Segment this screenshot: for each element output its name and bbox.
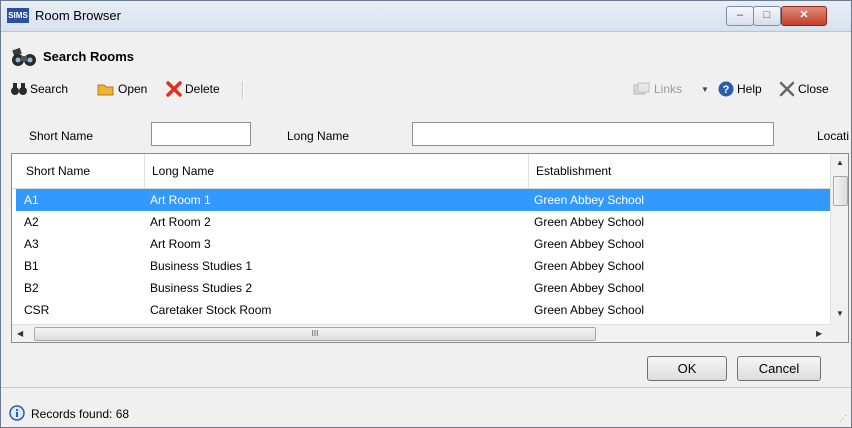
scroll-up-arrow-icon[interactable]: ▲ bbox=[836, 158, 844, 167]
resize-grip-icon[interactable]: ⋰ bbox=[839, 414, 847, 423]
title-bar[interactable]: SIMS Room Browser ‒ □ ✕ bbox=[1, 1, 851, 32]
rooms-grid: Short Name Long Name Establishment A1 Ar… bbox=[11, 153, 849, 343]
delete-button[interactable]: Delete bbox=[166, 79, 220, 99]
binoculars-icon bbox=[11, 83, 27, 95]
cell-short-name: A1 bbox=[24, 193, 39, 207]
cell-establishment: Green Abbey School bbox=[534, 303, 645, 317]
cell-long-name: Business Studies 2 bbox=[150, 281, 253, 295]
cell-short-name: A2 bbox=[24, 215, 39, 229]
svg-text:?: ? bbox=[723, 84, 730, 96]
cell-long-name: Art Room 3 bbox=[150, 237, 211, 251]
close-label: Close bbox=[798, 82, 829, 96]
delete-label: Delete bbox=[185, 82, 220, 96]
cell-long-name: Art Room 2 bbox=[150, 215, 211, 229]
vertical-scroll-thumb[interactable] bbox=[833, 176, 848, 206]
column-divider[interactable] bbox=[144, 154, 145, 188]
room-browser-window: SIMS Room Browser ‒ □ ✕ Search Rooms Sea… bbox=[0, 0, 852, 428]
links-label: Links bbox=[654, 82, 683, 96]
close-button[interactable]: Close bbox=[779, 79, 829, 99]
info-icon bbox=[9, 405, 25, 421]
cell-short-name: B2 bbox=[24, 281, 39, 295]
cell-short-name: A3 bbox=[24, 237, 39, 251]
scroll-down-arrow-icon[interactable]: ▼ bbox=[836, 309, 844, 318]
short-name-label: Short Name bbox=[29, 129, 94, 143]
delete-x-icon bbox=[166, 81, 182, 97]
cell-short-name: CSR bbox=[24, 303, 50, 317]
cell-long-name: Business Studies 1 bbox=[150, 259, 253, 273]
search-button[interactable]: Search bbox=[11, 79, 68, 99]
page-title: Search Rooms bbox=[43, 49, 135, 64]
open-label: Open bbox=[118, 82, 148, 96]
window-title: Room Browser bbox=[35, 8, 121, 23]
toolbar-separator bbox=[242, 81, 244, 99]
column-header-long-name[interactable]: Long Name bbox=[152, 164, 214, 178]
scroll-right-arrow-icon[interactable]: ▶ bbox=[816, 329, 822, 338]
search-label: Search bbox=[30, 82, 69, 96]
cell-establishment: Green Abbey School bbox=[534, 281, 645, 295]
records-found-text: Records found: 68 bbox=[31, 407, 130, 421]
cell-long-name: Art Room 1 bbox=[150, 193, 211, 207]
help-button[interactable]: ? Help bbox=[718, 79, 762, 99]
close-icon bbox=[779, 81, 795, 97]
column-header-short-name[interactable]: Short Name bbox=[26, 164, 90, 178]
close-window-button[interactable]: ✕ bbox=[781, 6, 827, 26]
cancel-button[interactable]: Cancel bbox=[737, 356, 821, 381]
grid-header: Short Name Long Name Establishment bbox=[12, 154, 830, 189]
table-row[interactable]: B1 Business Studies 1 Green Abbey School bbox=[16, 255, 830, 277]
column-header-establishment[interactable]: Establishment bbox=[536, 164, 611, 178]
table-row[interactable]: B2 Business Studies 2 Green Abbey School bbox=[16, 277, 830, 299]
table-row[interactable]: A3 Art Room 3 Green Abbey School bbox=[16, 233, 830, 255]
location-label: Locati bbox=[817, 129, 850, 143]
horizontal-scroll-thumb[interactable]: III bbox=[34, 327, 596, 341]
cell-establishment: Green Abbey School bbox=[534, 215, 645, 229]
minimize-button[interactable]: ‒ bbox=[726, 6, 754, 26]
binoculars-icon bbox=[12, 47, 36, 66]
sims-app-icon: SIMS bbox=[7, 8, 29, 23]
status-bar: Records found: 68 ⋰ bbox=[1, 399, 851, 427]
links-button[interactable]: Links bbox=[633, 79, 682, 99]
cell-establishment: Green Abbey School bbox=[534, 259, 645, 273]
cell-short-name: B1 bbox=[24, 259, 39, 273]
status-divider bbox=[1, 387, 851, 388]
long-name-label: Long Name bbox=[287, 129, 350, 143]
vertical-scrollbar[interactable]: ▲ ▼ bbox=[830, 154, 848, 324]
cell-establishment: Green Abbey School bbox=[534, 193, 645, 207]
scroll-left-arrow-icon[interactable]: ◀ bbox=[17, 329, 23, 338]
links-dropdown-arrow-icon[interactable]: ▼ bbox=[701, 79, 709, 99]
horizontal-scrollbar[interactable]: ◀ III ▶ bbox=[12, 324, 830, 342]
open-button[interactable]: Open bbox=[97, 79, 147, 99]
short-name-input[interactable] bbox=[151, 122, 251, 146]
toolbar: Search Open Delete Links ▼ ? Help Close bbox=[1, 79, 851, 101]
links-icon bbox=[633, 82, 650, 95]
long-name-input[interactable] bbox=[412, 122, 774, 146]
maximize-button[interactable]: □ bbox=[753, 6, 781, 26]
table-row[interactable]: A2 Art Room 2 Green Abbey School bbox=[16, 211, 830, 233]
cell-establishment: Green Abbey School bbox=[534, 237, 645, 251]
column-divider[interactable] bbox=[528, 154, 529, 188]
folder-icon bbox=[97, 84, 114, 96]
ok-button[interactable]: OK bbox=[647, 356, 727, 381]
table-row[interactable]: A1 Art Room 1 Green Abbey School bbox=[16, 189, 830, 211]
help-label: Help bbox=[737, 82, 762, 96]
cell-long-name: Caretaker Stock Room bbox=[150, 303, 272, 317]
help-icon: ? bbox=[718, 81, 734, 97]
table-row[interactable]: CSR Caretaker Stock Room Green Abbey Sch… bbox=[16, 299, 830, 321]
scrollbar-corner bbox=[830, 324, 848, 342]
